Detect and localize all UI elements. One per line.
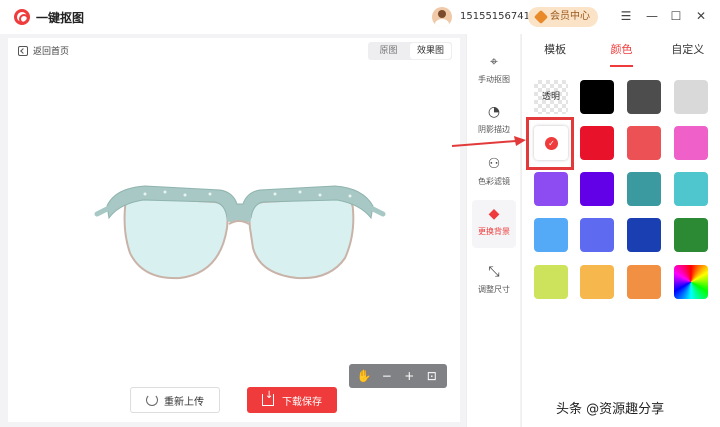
maximize-button[interactable]: ☐: [668, 8, 684, 24]
color-swatch[interactable]: [580, 265, 614, 299]
download-save-button[interactable]: 下载保存: [247, 387, 337, 413]
tool-label: 色彩滤镜: [478, 177, 510, 186]
color-swatch[interactable]: [534, 218, 568, 252]
save-label: 下载保存: [282, 396, 322, 408]
avatar[interactable]: [432, 7, 452, 27]
menu-icon[interactable]: ☰: [618, 8, 634, 24]
account-phone[interactable]: 15155156741: [460, 11, 530, 22]
color-swatch[interactable]: [627, 126, 661, 160]
swatch-transparent[interactable]: 透明: [534, 80, 568, 114]
refresh-icon: [146, 394, 158, 406]
download-icon: [262, 390, 274, 406]
background-tabs: 模板 颜色 自定义: [522, 34, 720, 67]
swatch-custom-color-picker[interactable]: [674, 265, 708, 299]
minimize-button[interactable]: —: [644, 8, 660, 24]
color-swatch[interactable]: [580, 218, 614, 252]
zoom-in-icon[interactable]: +: [401, 368, 417, 384]
vip-label: 会员中心: [550, 11, 590, 22]
fit-screen-icon[interactable]: ⊡: [424, 368, 440, 384]
color-swatch[interactable]: [627, 80, 661, 114]
tool-manual-cutout[interactable]: ⌖ 手动抠图: [472, 48, 516, 92]
image-preview: ✋ − + ⊡: [15, 68, 455, 388]
color-swatch[interactable]: [674, 218, 708, 252]
color-swatch[interactable]: [534, 265, 568, 299]
sunglasses-image: [94, 185, 386, 280]
back-home-label: 返回首页: [33, 47, 70, 57]
color-swatch[interactable]: [580, 126, 614, 160]
tool-label: 手动抠图: [478, 75, 510, 84]
reupload-button[interactable]: 重新上传: [130, 387, 220, 413]
color-swatch[interactable]: [627, 218, 661, 252]
watermark-text: 头条 @资源趣分享: [556, 402, 665, 417]
app-title: 一键抠图: [36, 11, 85, 25]
tool-color-filter[interactable]: ⚇ 色彩滤镜: [472, 150, 516, 194]
color-swatch[interactable]: [534, 172, 568, 206]
tab-template[interactable]: 模板: [522, 34, 588, 64]
tool-strip: ⌖ 手动抠图 ◔ 阴影描边 ⚇ 色彩滤镜 ◆ 更换背景 ⤡ 调整尺寸: [466, 34, 520, 427]
title-bar: 一键抠图 15155156741 会员中心 ☰ — ☐ ✕: [0, 0, 720, 34]
reupload-label: 重新上传: [164, 396, 204, 408]
shadow-icon: ◔: [487, 104, 501, 120]
tool-label: 阴影描边: [478, 125, 510, 134]
color-swatch[interactable]: [627, 172, 661, 206]
color-swatch[interactable]: [674, 172, 708, 206]
view-original-tab[interactable]: 原图: [368, 42, 409, 60]
zoom-toolbar: ✋ − + ⊡: [349, 364, 447, 388]
back-home-link[interactable]: 返回首页: [18, 44, 69, 57]
close-button[interactable]: ✕: [693, 8, 709, 24]
resize-icon: ⤡: [488, 264, 500, 280]
annotation-arrow: [452, 136, 526, 147]
diamond-icon: [533, 9, 549, 25]
hand-tool-icon[interactable]: ✋: [356, 368, 372, 384]
tab-custom[interactable]: 自定义: [655, 34, 720, 64]
selection-highlight-box: [526, 117, 574, 170]
background-panel: 模板 颜色 自定义 透明 ✓: [521, 34, 720, 427]
color-swatch[interactable]: [674, 80, 708, 114]
color-filter-icon: ⚇: [487, 156, 501, 172]
color-swatch[interactable]: [580, 80, 614, 114]
view-toggle: 原图 效果图: [368, 42, 452, 60]
home-icon: [18, 45, 28, 56]
view-effect-tab[interactable]: 效果图: [410, 43, 451, 59]
canvas-panel: 返回首页 原图 效果图 ✋ − + ⊡: [8, 38, 460, 422]
tool-label: 更换背景: [478, 227, 510, 236]
paint-bucket-icon: ◆: [488, 206, 500, 222]
tool-resize[interactable]: ⤡ 调整尺寸: [472, 258, 516, 302]
zoom-out-icon[interactable]: −: [379, 368, 395, 384]
color-swatch[interactable]: [674, 126, 708, 160]
color-swatch[interactable]: [580, 172, 614, 206]
color-swatch[interactable]: [627, 265, 661, 299]
cursor-icon: ⌖: [490, 54, 498, 70]
tool-label: 调整尺寸: [478, 285, 510, 294]
app-logo-icon: [14, 9, 30, 25]
vip-center-button[interactable]: 会员中心: [528, 7, 598, 27]
tool-change-background[interactable]: ◆ 更换背景: [472, 200, 516, 248]
tab-color[interactable]: 颜色: [588, 34, 654, 67]
